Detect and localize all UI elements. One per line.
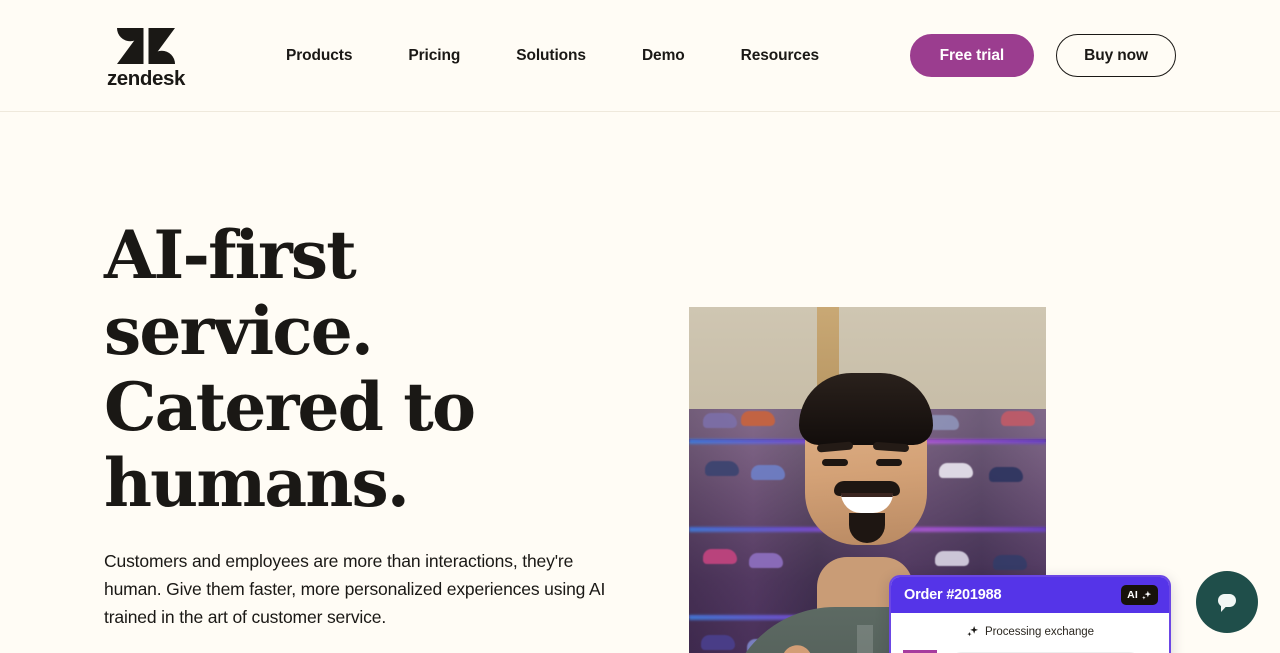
- site-header: zendesk Products Pricing Solutions Demo …: [0, 0, 1280, 112]
- order-status-text: Processing exchange: [984, 625, 1094, 638]
- shoe: [749, 553, 783, 568]
- hero-copy: AI-first service. Catered to humans. Cus…: [104, 112, 664, 653]
- chat-bubble-icon: [1218, 594, 1236, 612]
- nav-item-resources[interactable]: Resources: [741, 47, 819, 65]
- hero-title-line-1: AI-first service.: [104, 216, 374, 370]
- shoe: [939, 463, 973, 478]
- order-card-body: Processing exchange Your new kicks are o…: [891, 613, 1169, 653]
- header-actions: Free trial Buy now: [909, 34, 1176, 77]
- nav-item-products[interactable]: Products: [286, 47, 352, 65]
- order-number: Order #201988: [904, 587, 1002, 603]
- hero-section: AI-first service. Catered to humans. Cus…: [0, 112, 1280, 653]
- shoe: [703, 549, 737, 564]
- shoe: [1001, 411, 1035, 426]
- page-title: AI-first service. Catered to humans.: [104, 217, 624, 521]
- hero-title-line-3: humans.: [104, 444, 410, 522]
- free-trial-button[interactable]: Free trial: [909, 34, 1035, 77]
- shoe: [701, 635, 735, 650]
- ai-badge-label: AI: [1127, 589, 1138, 601]
- sparkle-icon: [967, 625, 979, 637]
- person-hair: [799, 373, 933, 445]
- buy-now-button[interactable]: Buy now: [1056, 34, 1176, 77]
- person-shirt-placket: [857, 625, 873, 653]
- order-card-header: Order #201988 AI: [891, 577, 1169, 613]
- shoe: [935, 551, 969, 566]
- shoe: [993, 555, 1027, 570]
- hero-title-line-2: Catered to: [104, 368, 476, 446]
- shoe: [703, 413, 737, 428]
- chat-launcher-button[interactable]: [1196, 571, 1258, 633]
- brand-wordmark: zendesk: [106, 67, 186, 91]
- shoe: [741, 411, 775, 426]
- zendesk-logo-icon: [117, 28, 175, 65]
- shoe: [989, 467, 1023, 482]
- primary-navigation: Products Pricing Solutions Demo Resource…: [286, 47, 819, 65]
- order-status-card: Order #201988 AI Processing exchange: [889, 575, 1171, 653]
- nav-item-solutions[interactable]: Solutions: [516, 47, 586, 65]
- person-eye: [822, 459, 848, 466]
- shoe: [751, 465, 785, 480]
- shoe: [705, 461, 739, 476]
- order-status-row: Processing exchange: [903, 625, 1157, 638]
- sparkle-icon: [1142, 590, 1152, 599]
- ai-badge: AI: [1121, 585, 1158, 605]
- brand-logo-link[interactable]: zendesk: [104, 21, 188, 90]
- hero-subtitle: Customers and employees are more than in…: [104, 551, 606, 627]
- nav-item-pricing[interactable]: Pricing: [408, 47, 460, 65]
- nav-item-demo[interactable]: Demo: [642, 47, 685, 65]
- person-eye: [876, 459, 902, 466]
